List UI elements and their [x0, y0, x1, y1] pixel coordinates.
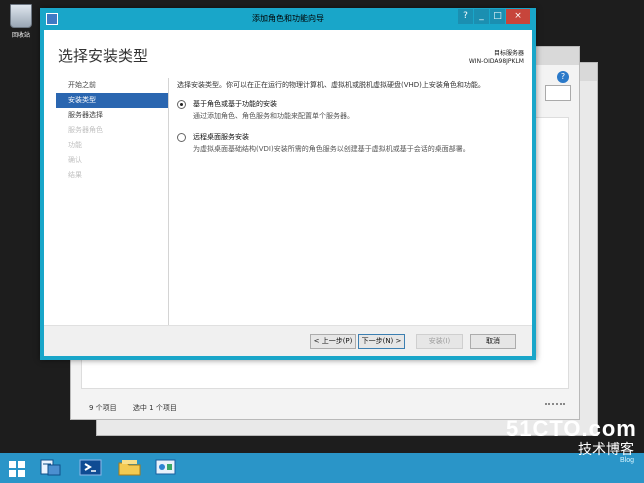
window-controls: ? _ □ × [457, 9, 530, 24]
install-button: 安装(I) [416, 334, 463, 349]
site-watermark: 51CTO.com 技术博客 Blog [506, 416, 637, 475]
nav-divider [168, 78, 169, 330]
nav-before-you-begin[interactable]: 开始之前 [56, 78, 168, 93]
cancel-button[interactable]: 取消 [470, 334, 516, 349]
nav-results: 结果 [68, 171, 82, 179]
recycle-bin[interactable]: 回收站 [4, 4, 38, 39]
recycle-bin-icon [10, 4, 32, 28]
minimize-button[interactable]: _ [474, 9, 489, 24]
help-icon[interactable]: ? [557, 71, 569, 83]
help-button[interactable]: ? [458, 9, 473, 24]
remote-desktop-title: 远程桌面服务安装 [193, 133, 249, 141]
view-toggle-icon[interactable] [545, 403, 565, 412]
wizard-titlebar[interactable]: 添加角色和功能向导 ? _ □ × [40, 8, 536, 30]
selected-count: 选中 1 个项目 [132, 404, 177, 412]
close-button[interactable]: × [506, 9, 530, 24]
watermark-label: 技术博客 [578, 441, 634, 457]
watermark-sub: Blog [619, 457, 634, 464]
intro-text: 选择安装类型。你可以在正在运行的物理计算机、虚拟机或脱机虚拟硬盘(VHD)上安装… [177, 81, 485, 89]
nav-installation-type[interactable]: 安装类型 [56, 93, 168, 108]
start-logo-piece [18, 461, 25, 468]
add-roles-wizard-window[interactable]: 添加角色和功能向导 ? _ □ × 选择安装类型 目标服务器 WIN-OIDA9… [40, 8, 536, 360]
destination-label: 目标服务器 [493, 50, 524, 57]
nav-confirmation: 确认 [68, 156, 82, 164]
role-based-radio[interactable] [177, 100, 186, 109]
control-panel-icon[interactable] [153, 457, 178, 478]
page-title: 选择安装类型 [58, 47, 149, 65]
remote-desktop-description: 为虚拟桌面基础结构(VDI)安装所需的角色服务以创建基于虚拟机或基于会话的桌面部… [193, 145, 470, 153]
wizard-content: 选择安装类型 目标服务器 WIN-OIDA98JPKLM 开始之前 安装类型 服… [44, 30, 532, 356]
file-explorer-icon[interactable] [117, 457, 142, 478]
search-box[interactable] [545, 85, 571, 101]
maximize-button[interactable]: □ [490, 9, 505, 24]
status-bar: 9 个项目 选中 1 个项目 [89, 403, 191, 413]
remote-desktop-option[interactable]: 远程桌面服务安装 为虚拟桌面基础结构(VDI)安装所需的角色服务以创建基于虚拟机… [177, 132, 522, 154]
watermark-site: 51CTO.com [506, 416, 637, 441]
next-button[interactable]: 下一步(N) > [358, 334, 405, 349]
start-icon[interactable] [5, 457, 30, 478]
wizard-nav: 开始之前 安装类型 服务器选择 服务器角色 功能 确认 结果 [56, 78, 168, 183]
powershell-icon[interactable] [78, 457, 103, 478]
role-based-option[interactable]: 基于角色或基于功能的安装 通过添加角色、角色服务和功能来配置单个服务器。 [177, 99, 522, 121]
previous-button[interactable]: < 上一步(P) [310, 334, 356, 349]
nav-features: 功能 [68, 141, 82, 149]
installation-type-panel: 选择安装类型。你可以在正在运行的物理计算机、虚拟机或脱机虚拟硬盘(VHD)上安装… [177, 80, 522, 165]
item-count: 9 个项目 [89, 404, 117, 412]
server-manager-icon[interactable] [38, 457, 63, 478]
start-logo-piece [9, 461, 16, 468]
role-based-description: 通过添加角色、角色服务和功能来配置单个服务器。 [193, 112, 354, 120]
remote-desktop-radio[interactable] [177, 133, 186, 142]
nav-server-selection[interactable]: 服务器选择 [56, 108, 168, 123]
nav-server-roles: 服务器角色 [68, 126, 103, 134]
start-logo-piece [18, 470, 25, 477]
role-based-title: 基于角色或基于功能的安装 [193, 100, 277, 108]
destination-value: WIN-OIDA98JPKLM [468, 58, 524, 65]
wizard-footer: < 上一步(P) 下一步(N) > 安装(I) 取消 [44, 325, 532, 356]
recycle-bin-label: 回收站 [11, 32, 30, 39]
destination-server: 目标服务器 WIN-OIDA98JPKLM [469, 50, 524, 66]
start-logo-piece [9, 470, 16, 477]
